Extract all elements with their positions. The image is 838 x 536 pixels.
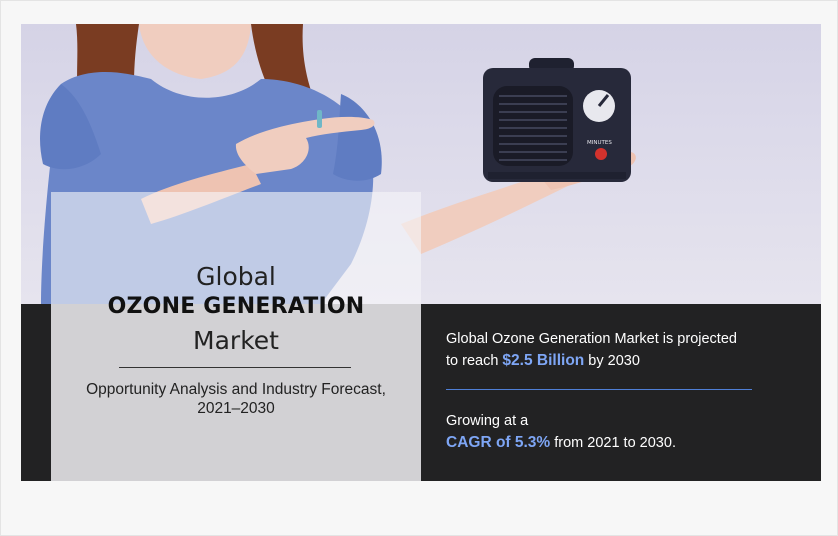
stat-cagr-suffix: from 2021 to 2030.: [550, 435, 676, 451]
stat-projection-prefix: to reach: [446, 353, 503, 369]
device-power-light: [595, 148, 607, 160]
stat-cagr-line-1: Growing at a: [446, 413, 529, 429]
stat-cagr-value: CAGR of 5.3%: [446, 434, 551, 451]
stat-projection: Global Ozone Generation Market is projec…: [446, 328, 806, 372]
stat-projection-suffix: by 2030: [584, 353, 640, 369]
device-fan-grille: [493, 86, 573, 166]
title-line-market: Market: [193, 326, 279, 355]
stats-divider: [446, 389, 752, 390]
stat-cagr-line-2: CAGR of 5.3% from 2021 to 2030.: [446, 432, 806, 454]
stat-cagr: Growing at a CAGR of 5.3% from 2021 to 2…: [446, 410, 806, 454]
subtitle-line-2: 2021–2030: [197, 400, 275, 417]
subtitle: Opportunity Analysis and Industry Foreca…: [51, 380, 421, 418]
title-line-global: Global: [196, 262, 276, 291]
title-divider: [119, 367, 351, 368]
ring: [317, 110, 322, 128]
subtitle-line-1: Opportunity Analysis and Industry Foreca…: [86, 381, 386, 398]
market-banner-image: MINUTES Global OZONE GENERATION Market O…: [21, 24, 821, 481]
sleeve-right: [333, 94, 382, 181]
stat-projection-line-2: to reach $2.5 Billion by 2030: [446, 350, 806, 372]
stat-projection-line-1: Global Ozone Generation Market is projec…: [446, 331, 737, 347]
neck: [139, 24, 251, 79]
stat-projection-value: $2.5 Billion: [502, 352, 585, 369]
device-minutes-label: MINUTES: [587, 140, 612, 146]
title-ozone-generation: OZONE GENERATION: [107, 294, 365, 319]
device-base-strip: [488, 172, 626, 179]
